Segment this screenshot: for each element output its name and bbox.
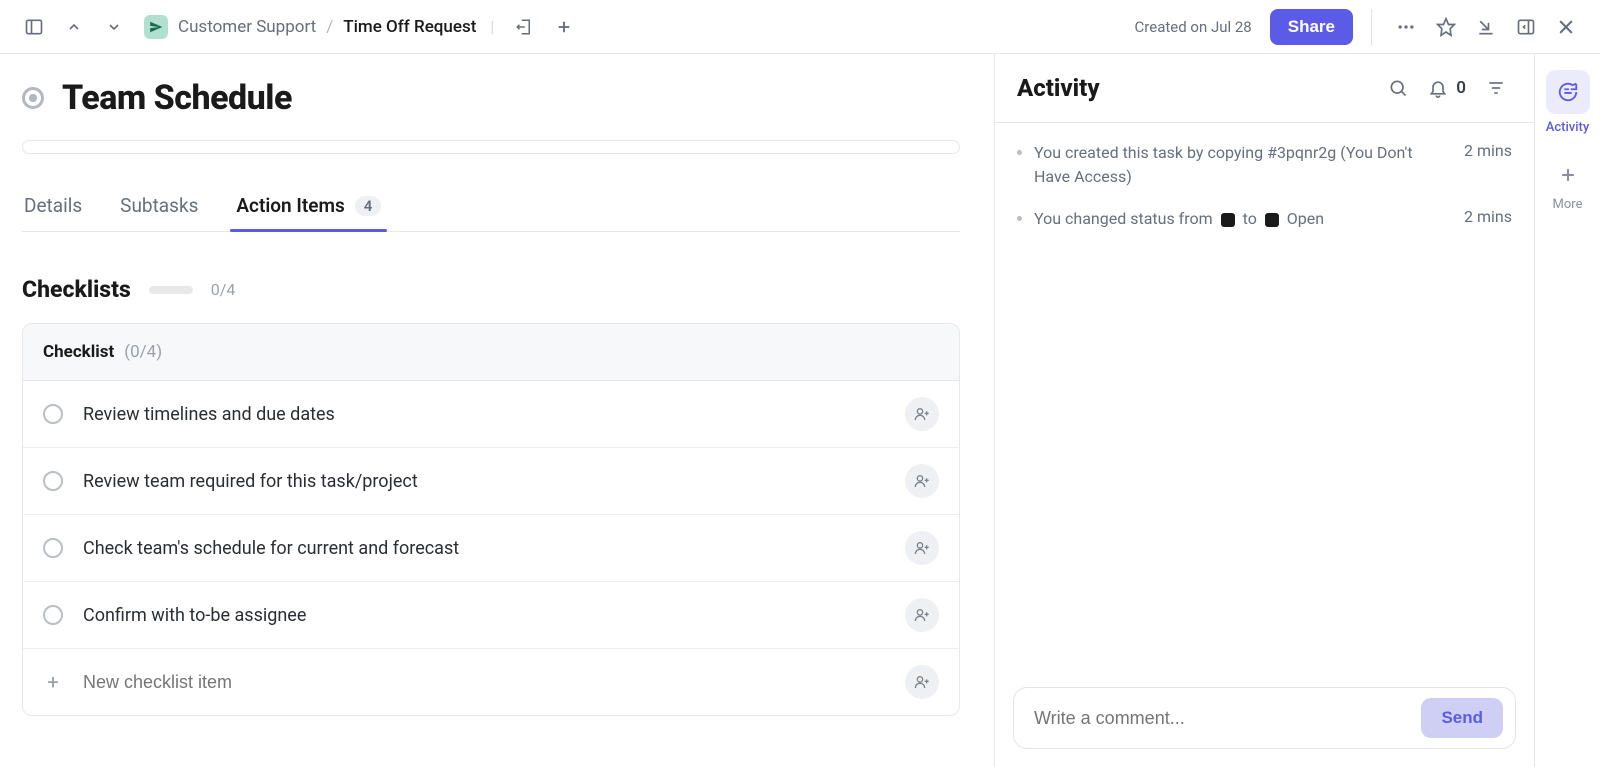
- divider: [1371, 9, 1372, 45]
- breadcrumb-page[interactable]: Time Off Request: [343, 17, 476, 37]
- checkbox-icon[interactable]: [43, 471, 63, 491]
- activity-heading: Activity: [1017, 74, 1374, 102]
- tab-details[interactable]: Details: [22, 180, 84, 231]
- assign-user-icon[interactable]: [905, 598, 939, 632]
- status-chip-icon: [1265, 213, 1279, 227]
- topbar: Customer Support / Time Off Request | Cr…: [0, 0, 1600, 54]
- tab-action-items-label: Action Items: [236, 194, 344, 217]
- add-icon[interactable]: [548, 11, 580, 43]
- checkbox-icon[interactable]: [43, 538, 63, 558]
- plus-icon: +: [43, 670, 63, 694]
- main-row: Team Schedule Details Subtasks Action It…: [0, 54, 1600, 767]
- share-button[interactable]: Share: [1270, 9, 1353, 45]
- checklist-card: Checklist (0/4) Review timelines and due…: [22, 323, 960, 716]
- title-row: Team Schedule: [22, 78, 960, 118]
- bullet-icon: [1017, 216, 1022, 221]
- tab-action-items-count: 4: [355, 196, 382, 216]
- prev-task-icon[interactable]: [58, 11, 90, 43]
- activity-header: Activity 0: [995, 54, 1534, 123]
- activity-text-part: Open: [1283, 209, 1324, 228]
- filter-icon[interactable]: [1480, 72, 1512, 104]
- rail-activity-icon[interactable]: [1546, 70, 1590, 114]
- content: Team Schedule Details Subtasks Action It…: [0, 54, 994, 767]
- separator: |: [490, 17, 494, 36]
- breadcrumb-separator: /: [326, 17, 333, 37]
- status-circle-icon[interactable]: [22, 87, 44, 109]
- activity-entry: You changed status from to Open 2 mins: [1017, 207, 1512, 231]
- activity-text: You changed status from to Open: [1034, 207, 1452, 231]
- assign-user-icon[interactable]: [905, 531, 939, 565]
- notifications-icon[interactable]: 0: [1422, 72, 1472, 104]
- checklists-header: Checklists 0/4: [22, 276, 960, 303]
- star-icon[interactable]: [1430, 11, 1462, 43]
- send-button[interactable]: Send: [1421, 698, 1503, 738]
- activity-time: 2 mins: [1464, 141, 1512, 160]
- checklist-group-header[interactable]: Checklist (0/4): [23, 324, 959, 381]
- breadcrumb-space[interactable]: Customer Support: [178, 17, 316, 37]
- activity-text: You created this task by copying #3pqnr2…: [1034, 141, 1452, 189]
- checklist-item-text: Review team required for this task/proje…: [83, 471, 885, 492]
- checklist-group-count: (0/4): [124, 342, 162, 362]
- checkbox-icon[interactable]: [43, 404, 63, 424]
- rail-more-label: More: [1553, 197, 1583, 212]
- comment-box: Send: [1013, 687, 1516, 749]
- sidebar-toggle-icon[interactable]: [18, 11, 50, 43]
- status-chip-icon: [1221, 213, 1235, 227]
- collapse-down-icon[interactable]: [1470, 11, 1502, 43]
- right-rail: Activity More: [1534, 54, 1600, 767]
- next-task-icon[interactable]: [98, 11, 130, 43]
- breadcrumb: Customer Support / Time Off Request: [144, 15, 476, 39]
- page-title[interactable]: Team Schedule: [62, 78, 292, 118]
- checklists-heading: Checklists: [22, 276, 131, 303]
- checklist-item[interactable]: Review team required for this task/proje…: [23, 448, 959, 515]
- checkbox-icon[interactable]: [43, 605, 63, 625]
- checklist-item-text: Confirm with to-be assignee: [83, 605, 885, 626]
- rail-activity-label: Activity: [1546, 120, 1590, 135]
- activity-panel: Activity 0 You created this task by copy…: [994, 54, 1534, 767]
- collapsed-section[interactable]: [22, 140, 960, 154]
- activity-entry: You created this task by copying #3pqnr2…: [1017, 141, 1512, 189]
- checklist-item[interactable]: Check team's schedule for current and fo…: [23, 515, 959, 582]
- tab-subtasks[interactable]: Subtasks: [118, 180, 200, 231]
- checklist-item-text: Review timelines and due dates: [83, 404, 885, 425]
- activity-text-part: You changed status from: [1034, 209, 1217, 228]
- close-icon[interactable]: [1550, 11, 1582, 43]
- checklist-item-text: Check team's schedule for current and fo…: [83, 538, 885, 559]
- activity-list: You created this task by copying #3pqnr2…: [995, 123, 1534, 671]
- checklist-item[interactable]: Review timelines and due dates: [23, 381, 959, 448]
- notifications-count: 0: [1456, 78, 1466, 98]
- rail-add-icon[interactable]: [1552, 159, 1584, 191]
- checklist-group-name: Checklist: [43, 342, 114, 362]
- assign-user-icon[interactable]: [905, 665, 939, 699]
- checklist-new-row[interactable]: +: [23, 649, 959, 715]
- panel-layout-icon[interactable]: [1510, 11, 1542, 43]
- search-icon[interactable]: [1382, 72, 1414, 104]
- checklists-progress-label: 0/4: [211, 280, 236, 299]
- assign-user-icon[interactable]: [905, 464, 939, 498]
- checklists-progress-bar: [149, 286, 193, 294]
- activity-text-part: to: [1239, 209, 1261, 228]
- tab-action-items[interactable]: Action Items 4: [234, 180, 383, 231]
- activity-time: 2 mins: [1464, 207, 1512, 226]
- move-out-icon[interactable]: [508, 11, 540, 43]
- comment-input[interactable]: [1034, 708, 1409, 729]
- space-icon: [144, 15, 168, 39]
- new-checklist-input[interactable]: [83, 672, 885, 693]
- created-label: Created on Jul 28: [1135, 18, 1252, 36]
- checklist-item[interactable]: Confirm with to-be assignee: [23, 582, 959, 649]
- bullet-icon: [1017, 150, 1022, 155]
- more-menu-icon[interactable]: [1390, 11, 1422, 43]
- tabs: Details Subtasks Action Items 4: [22, 180, 960, 232]
- assign-user-icon[interactable]: [905, 397, 939, 431]
